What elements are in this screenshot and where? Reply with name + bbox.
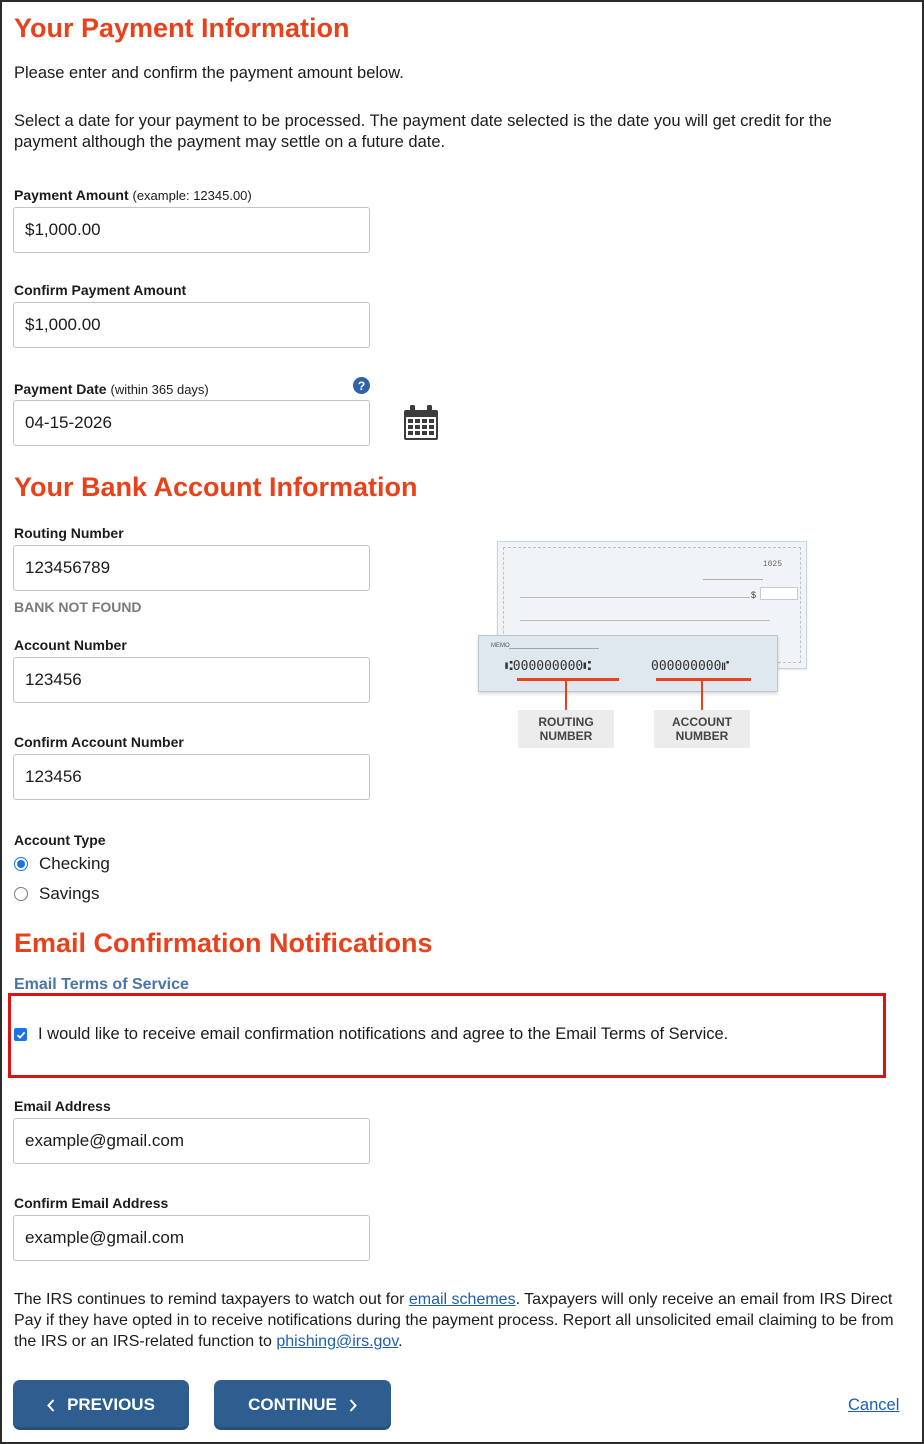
email-schemes-link[interactable]: email schemes bbox=[409, 1291, 516, 1308]
phishing-email-link[interactable]: phishing@irs.gov bbox=[276, 1333, 398, 1350]
notice-text-1: The IRS continues to remind taxpayers to… bbox=[14, 1291, 409, 1308]
chevron-left-icon bbox=[47, 1398, 55, 1412]
confirm-email-address-input[interactable] bbox=[13, 1215, 370, 1261]
check-date-line bbox=[703, 579, 763, 580]
confirm-email-address-label: Confirm Email Address bbox=[14, 1195, 169, 1211]
account-underline bbox=[656, 678, 751, 681]
continue-button[interactable]: CONTINUE bbox=[214, 1380, 391, 1430]
confirm-account-number-label: Confirm Account Number bbox=[14, 734, 184, 750]
previous-label: PREVIOUS bbox=[67, 1395, 155, 1414]
previous-button[interactable]: PREVIOUS bbox=[13, 1380, 189, 1430]
payment-date-note: Select a date for your payment to be pro… bbox=[14, 112, 832, 151]
routing-number-input[interactable] bbox=[13, 545, 370, 591]
check-memo-line bbox=[509, 648, 599, 649]
payment-intro: Please enter and confirm the payment amo… bbox=[14, 64, 404, 82]
payment-amount-label: Payment Amount (example: 12345.00) bbox=[14, 187, 252, 203]
payment-date-label-text: Payment Date bbox=[14, 381, 107, 397]
notice-text-3: . bbox=[398, 1333, 403, 1350]
email-tos-link[interactable]: Email Terms of Service bbox=[14, 976, 189, 994]
continue-label: CONTINUE bbox=[248, 1395, 337, 1414]
email-heading: Email Confirmation Notifications bbox=[14, 928, 433, 958]
payment-heading: Your Payment Information bbox=[14, 13, 350, 43]
check-number: 1025 bbox=[762, 560, 782, 569]
account-caption: ACCOUNT NUMBER bbox=[654, 710, 750, 748]
question-circle-icon[interactable]: ? bbox=[353, 377, 370, 394]
account-number-input[interactable] bbox=[13, 657, 370, 703]
payment-date-hint: (within 365 days) bbox=[110, 382, 209, 397]
check-payee-line bbox=[520, 597, 750, 598]
chevron-right-icon bbox=[349, 1398, 357, 1412]
check-front: MEMO ⑆000000000⑆ 000000000⑈ bbox=[478, 635, 778, 692]
check-memo: MEMO bbox=[491, 643, 510, 649]
check-dollar-sign: $ bbox=[751, 590, 757, 600]
checking-label: Checking bbox=[39, 854, 110, 873]
consent-checkbox[interactable] bbox=[14, 1028, 27, 1041]
account-type-label: Account Type bbox=[14, 832, 106, 848]
check-account-digits: 000000000⑈ bbox=[651, 659, 730, 674]
confirm-payment-amount-input[interactable] bbox=[13, 302, 370, 348]
phishing-notice: The IRS continues to remind taxpayers to… bbox=[14, 1289, 909, 1352]
cancel-link[interactable]: Cancel bbox=[848, 1396, 899, 1415]
confirm-account-number-input[interactable] bbox=[13, 754, 370, 800]
payment-amount-hint: (example: 12345.00) bbox=[132, 188, 252, 203]
email-address-label: Email Address bbox=[14, 1098, 111, 1114]
savings-label: Savings bbox=[39, 884, 100, 903]
routing-status: BANK NOT FOUND bbox=[14, 599, 142, 615]
bank-heading: Your Bank Account Information bbox=[14, 472, 418, 502]
email-address-input[interactable] bbox=[13, 1118, 370, 1164]
check-routing-digits: ⑆000000000⑆ bbox=[505, 659, 592, 674]
account-type-checking[interactable]: Checking bbox=[14, 854, 110, 874]
check-amount-box bbox=[760, 587, 798, 600]
payment-amount-input[interactable] bbox=[13, 207, 370, 253]
routing-pointer bbox=[565, 681, 567, 711]
checking-radio[interactable] bbox=[14, 857, 28, 871]
consent-text: I would like to receive email confirmati… bbox=[38, 1025, 729, 1043]
routing-underline bbox=[517, 678, 619, 681]
account-pointer bbox=[701, 681, 703, 711]
account-type-savings[interactable]: Savings bbox=[14, 884, 99, 904]
payment-date-label: Payment Date (within 365 days) bbox=[14, 381, 209, 397]
routing-caption: ROUTING NUMBER bbox=[518, 710, 614, 748]
savings-radio[interactable] bbox=[14, 887, 28, 901]
check-illustration: 1025 $ MEMO ⑆000000000⑆ 000000000⑈ ROUTI… bbox=[475, 540, 810, 750]
payment-amount-label-text: Payment Amount bbox=[14, 187, 129, 203]
confirm-payment-amount-label: Confirm Payment Amount bbox=[14, 282, 187, 298]
calendar-icon[interactable] bbox=[401, 404, 441, 442]
payment-date-input[interactable] bbox=[13, 400, 370, 446]
check-amount-line bbox=[520, 620, 770, 621]
account-number-label: Account Number bbox=[14, 637, 127, 653]
help-glyph: ? bbox=[357, 378, 366, 393]
consent-row[interactable]: I would like to receive email confirmati… bbox=[14, 1024, 834, 1045]
routing-number-label: Routing Number bbox=[14, 525, 124, 541]
